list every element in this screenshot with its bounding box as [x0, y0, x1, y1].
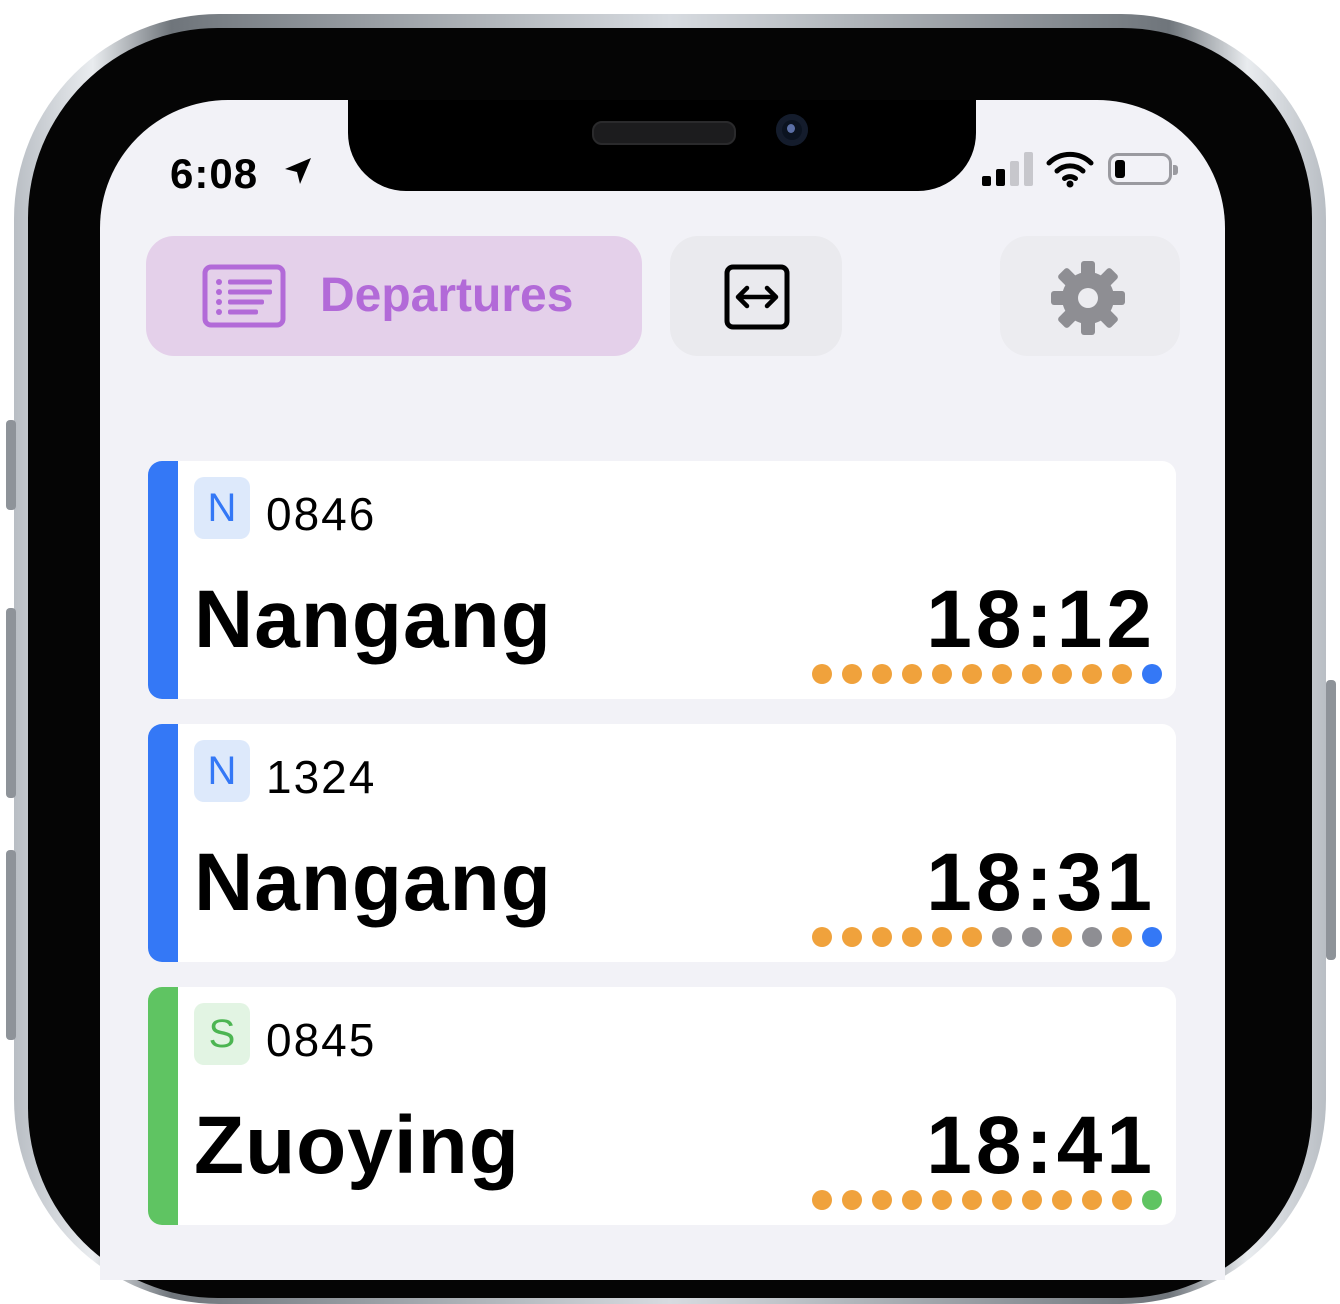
stop-dot	[872, 1190, 892, 1210]
stop-dot	[1022, 1190, 1042, 1210]
stop-dot	[1112, 927, 1132, 947]
stop-dot	[902, 664, 922, 684]
battery-icon	[1108, 153, 1178, 185]
stop-dot	[902, 1190, 922, 1210]
stop-dot	[1142, 1190, 1162, 1210]
stop-dot	[932, 664, 952, 684]
stop-dot	[1052, 1190, 1072, 1210]
settings-button[interactable]	[1000, 236, 1180, 356]
status-time: 6:08	[170, 150, 259, 197]
stop-dot	[1112, 664, 1132, 684]
stop-dot	[932, 927, 952, 947]
stop-dot	[842, 664, 862, 684]
swap-direction-button[interactable]	[670, 236, 842, 356]
stop-indicator	[812, 664, 1162, 684]
line-color-stripe	[148, 461, 178, 699]
stop-dot	[962, 927, 982, 947]
stop-dot	[1052, 664, 1072, 684]
stop-dot	[1082, 664, 1102, 684]
stop-dot	[812, 1190, 832, 1210]
departure-time: 18:31	[926, 837, 1156, 928]
stop-dot	[992, 664, 1012, 684]
train-type-badge: N	[194, 477, 250, 539]
list-icon	[202, 264, 286, 328]
stop-dot	[1052, 927, 1072, 947]
volume-down-button	[6, 850, 16, 1040]
line-color-stripe	[148, 987, 178, 1225]
train-type-badge: S	[194, 1003, 250, 1065]
swap-horizontal-icon	[724, 264, 790, 330]
stop-dot	[842, 1190, 862, 1210]
stop-dot	[1022, 927, 1042, 947]
stop-dot	[842, 927, 862, 947]
front-camera	[776, 114, 808, 146]
stop-dot	[932, 1190, 952, 1210]
battery-level	[1115, 160, 1125, 178]
mute-switch	[6, 420, 16, 510]
power-button	[1326, 680, 1336, 960]
stop-dot	[812, 664, 832, 684]
destination: Nangang	[194, 837, 552, 928]
stop-indicator	[812, 927, 1162, 947]
stop-dot	[872, 927, 892, 947]
departure-card[interactable]: N 1324 Nangang 18:31	[148, 724, 1176, 962]
line-color-stripe	[148, 724, 178, 962]
stop-dot	[962, 1190, 982, 1210]
stop-dot	[1082, 927, 1102, 947]
stop-dot	[1022, 664, 1042, 684]
stop-dot	[902, 927, 922, 947]
tab-departures-label: Departures	[320, 269, 574, 322]
destination: Zuoying	[194, 1100, 520, 1191]
stop-dot	[1142, 927, 1162, 947]
stop-dot	[992, 1190, 1012, 1210]
train-number: 1324	[266, 751, 377, 803]
stop-dot	[1082, 1190, 1102, 1210]
cellular-signal-icon	[982, 152, 1033, 186]
notch	[348, 100, 976, 191]
wifi-icon	[1046, 151, 1094, 188]
departure-time: 18:12	[926, 574, 1156, 665]
location-arrow-icon	[285, 158, 311, 184]
departure-card[interactable]: N 0846 Nangang 18:12	[148, 461, 1176, 699]
earpiece-speaker	[592, 121, 736, 145]
departure-time: 18:41	[926, 1100, 1156, 1191]
gear-icon	[1051, 261, 1125, 335]
destination: Nangang	[194, 574, 552, 665]
stop-indicator	[812, 1190, 1162, 1210]
volume-up-button	[6, 608, 16, 798]
stop-dot	[812, 927, 832, 947]
stop-dot	[1112, 1190, 1132, 1210]
stop-dot	[992, 927, 1012, 947]
train-type-badge: N	[194, 740, 250, 802]
stop-dot	[1142, 664, 1162, 684]
stop-dot	[962, 664, 982, 684]
train-number: 0845	[266, 1014, 377, 1066]
train-number: 0846	[266, 488, 377, 540]
departure-card[interactable]: S 0845 Zuoying 18:41	[148, 987, 1176, 1225]
stop-dot	[872, 664, 892, 684]
tab-departures[interactable]: Departures	[146, 236, 642, 356]
